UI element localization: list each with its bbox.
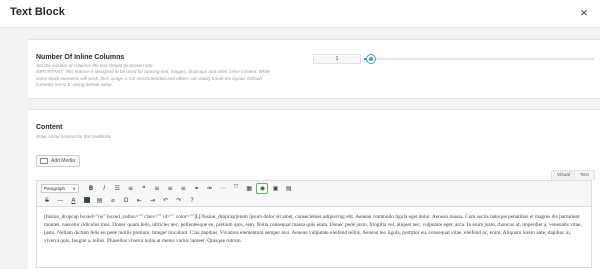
close-icon[interactable]: × — [576, 4, 592, 22]
option-label: Number Of Inline Columns — [36, 54, 125, 61]
toolbar-row-1: Paragraph ▼ B I ☰ ≡ ❝ ≡ ≡ ≡ ⚭ ⚮ ⋯ ⤧ ▦ ◉ ▣ ▤ — [41, 182, 296, 194]
chevron-down-icon: ▼ — [72, 185, 76, 191]
inline-columns-option: Number Of Inline Columns Set the number … — [28, 39, 600, 99]
italic-icon[interactable]: I — [98, 183, 110, 194]
option-description: Set the number of columns the text shoul… — [36, 63, 276, 89]
link-icon[interactable]: ⚭ — [191, 183, 203, 194]
modal-content: Number Of Inline Columns Set the number … — [0, 29, 600, 269]
strikethrough-icon[interactable]: S — [41, 195, 53, 206]
color-swatch-icon[interactable] — [81, 195, 93, 206]
modal-header: Text Block × — [0, 0, 600, 28]
text-color-icon[interactable]: A — [67, 195, 79, 206]
slider-handle[interactable] — [366, 55, 375, 63]
add-media-label: Add Media — [51, 158, 75, 164]
editor-toolbar: Paragraph ▼ B I ☰ ≡ ❝ ≡ ≡ ≡ ⚭ ⚮ ⋯ ⤧ ▦ ◉ ▣ ▤ S — A ▤ ⌀ Ω ⇤ ⇥ ↶ ↷? — [37, 181, 591, 207]
toolbar-row-2: S — A ▤ ⌀ Ω ⇤ ⇥ ↶ ↷? — [41, 194, 199, 206]
modal-title: Text Block — [10, 6, 65, 18]
insert-image-icon[interactable]: ▣ — [270, 183, 282, 194]
gallery-icon[interactable]: ▤ — [283, 183, 295, 194]
clear-formatting-icon[interactable]: ⌀ — [107, 195, 119, 206]
columns-slider[interactable] — [364, 55, 594, 63]
align-right-icon[interactable]: ≡ — [177, 183, 189, 194]
media-icon — [40, 158, 48, 164]
tab-text[interactable]: Text — [574, 170, 595, 180]
format-select[interactable]: Paragraph ▼ — [41, 183, 79, 193]
align-left-icon[interactable]: ≡ — [151, 183, 163, 194]
content-editor[interactable]: Paragraph ▼ B I ☰ ≡ ❝ ≡ ≡ ≡ ⚭ ⚮ ⋯ ⤧ ▦ ◉ ▣ ▤ S — A ▤ ⌀ Ω ⇤ ⇥ ↶ ↷?… — [36, 180, 592, 268]
description-line: Set the number of columns the text shoul… — [36, 63, 154, 68]
toolbar-toggle-icon[interactable]: ▦ — [243, 183, 255, 194]
add-media-button[interactable]: Add Media — [36, 155, 80, 167]
fusion-shortcodes-icon[interactable]: ◉ — [256, 182, 269, 194]
align-center-icon[interactable]: ≡ — [164, 183, 176, 194]
fullscreen-icon[interactable]: ⤧ — [230, 183, 242, 194]
columns-number-input[interactable]: 1 — [313, 54, 361, 64]
undo-icon[interactable]: ↶ — [160, 195, 172, 206]
numbered-list-icon[interactable]: ≡ — [125, 183, 137, 194]
redo-icon[interactable]: ↷ — [173, 195, 185, 206]
content-option: Content Enter some content for this text… — [28, 109, 600, 269]
help-icon[interactable]: ? — [186, 195, 198, 206]
indent-icon[interactable]: ⇥ — [147, 195, 159, 206]
outdent-icon[interactable]: ⇤ — [133, 195, 145, 206]
bold-icon[interactable]: B — [85, 183, 97, 194]
format-select-value: Paragraph — [44, 185, 66, 191]
description-line: . Using default value. — [69, 82, 113, 88]
tab-visual[interactable]: Visual — [551, 170, 576, 180]
bullet-list-icon[interactable]: ☰ — [111, 183, 123, 194]
editor-body-text[interactable]: [fusion_dropcap boxed="no" boxed_radius=… — [44, 213, 586, 245]
blockquote-icon[interactable]: ❝ — [138, 183, 150, 194]
horizontal-rule-icon[interactable]: — — [54, 195, 66, 206]
swatch-fill — [83, 197, 90, 203]
option-label: Content — [36, 124, 63, 131]
unlink-icon[interactable]: ⚮ — [204, 183, 216, 194]
option-description: Enter some content for this textblock. — [36, 134, 112, 139]
paste-text-icon[interactable]: ▤ — [94, 195, 106, 206]
read-more-icon[interactable]: ⋯ — [217, 183, 229, 194]
special-character-icon[interactable]: Ω — [120, 195, 132, 206]
